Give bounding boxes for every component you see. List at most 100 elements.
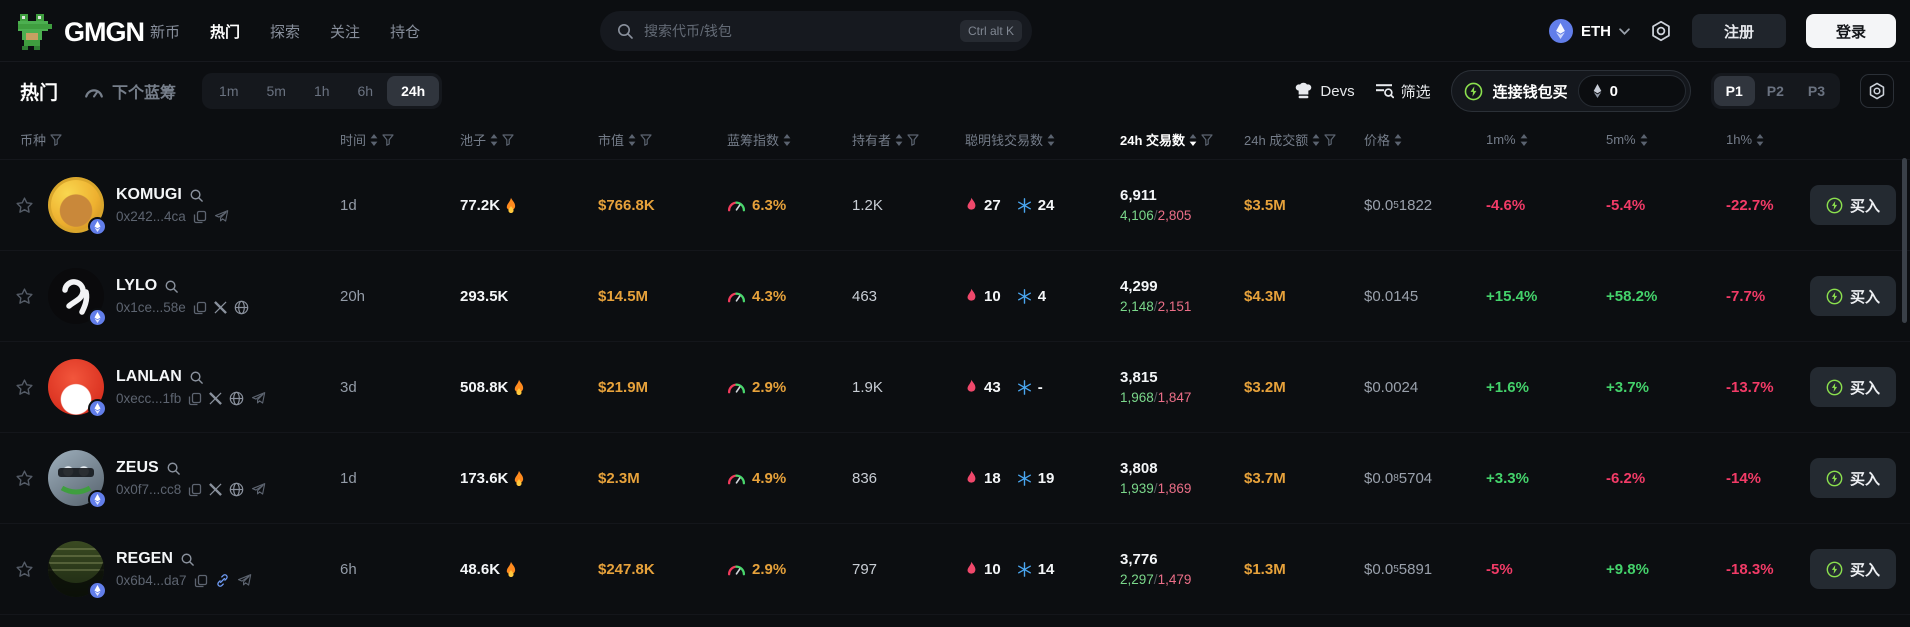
website-globe-icon[interactable] (229, 482, 244, 497)
settings-gear-icon[interactable] (1650, 20, 1672, 42)
col-header-token[interactable]: 币种 (0, 130, 340, 149)
favorite-star-button[interactable] (0, 559, 48, 580)
timeframe-6h[interactable]: 6h (344, 76, 388, 106)
buy-button[interactable]: 买入 (1810, 458, 1896, 498)
sort-icon-active-desc[interactable] (1189, 133, 1197, 146)
buy-amount-input[interactable]: 0 (1577, 75, 1686, 107)
filter-funnel-icon[interactable] (382, 133, 394, 146)
search-bar[interactable]: Ctrl alt K (600, 11, 1032, 51)
nav-item-watchlist[interactable]: 关注 (330, 21, 360, 42)
x-twitter-icon[interactable] (209, 392, 223, 405)
website-globe-icon[interactable] (234, 300, 249, 315)
sort-icon[interactable] (1520, 133, 1528, 146)
chain-selector[interactable]: ETH (1548, 19, 1630, 43)
telegram-icon[interactable] (237, 573, 252, 588)
nav-item-explore[interactable]: 探索 (270, 21, 300, 42)
copy-icon[interactable] (194, 574, 208, 588)
col-header-market-cap[interactable]: 市值 (598, 130, 727, 149)
search-input[interactable] (644, 23, 960, 39)
col-header-5m[interactable]: 5m% (1606, 132, 1726, 147)
token-avatar[interactable] (48, 177, 107, 236)
buy-button[interactable]: 买入 (1810, 185, 1896, 225)
timeframe-1h[interactable]: 1h (300, 76, 344, 106)
telegram-icon[interactable] (251, 391, 266, 406)
sort-icon[interactable] (490, 133, 498, 146)
filter-button[interactable]: 筛选 (1375, 81, 1431, 102)
token-search-icon[interactable] (180, 552, 195, 567)
sort-icon[interactable] (1756, 133, 1764, 146)
col-header-1h[interactable]: 1h% (1726, 132, 1810, 147)
token-avatar[interactable] (48, 541, 107, 600)
sort-icon[interactable] (895, 133, 903, 146)
token-name[interactable]: REGEN (116, 550, 252, 568)
sort-icon[interactable] (628, 133, 636, 146)
col-header-bluechip[interactable]: 蓝筹指数 (727, 130, 852, 149)
filter-funnel-icon[interactable] (50, 133, 62, 146)
nav-item-trending[interactable]: 热门 (210, 21, 240, 42)
favorite-star-button[interactable] (0, 468, 48, 489)
copy-icon[interactable] (188, 392, 202, 406)
sort-icon[interactable] (1047, 133, 1055, 146)
sort-icon[interactable] (783, 133, 791, 146)
token-avatar[interactable] (48, 450, 107, 509)
preset-p3[interactable]: P3 (1796, 76, 1837, 106)
nav-item-holdings[interactable]: 持仓 (390, 21, 420, 42)
col-header-txs-24h[interactable]: 24h 交易数 (1120, 130, 1244, 149)
token-search-icon[interactable] (164, 279, 179, 294)
favorite-star-button[interactable] (0, 377, 48, 398)
telegram-icon[interactable] (251, 482, 266, 497)
vertical-scrollbar[interactable] (1902, 158, 1907, 323)
token-search-icon[interactable] (189, 188, 204, 203)
filter-funnel-icon[interactable] (907, 133, 919, 146)
buy-button[interactable]: 买入 (1810, 549, 1896, 589)
sort-icon[interactable] (370, 133, 378, 146)
sort-icon[interactable] (1312, 133, 1320, 146)
copy-icon[interactable] (188, 483, 202, 497)
x-twitter-icon[interactable] (209, 483, 223, 496)
col-header-liquidity[interactable]: 池子 (460, 130, 598, 149)
devs-filter-button[interactable]: Devs (1294, 82, 1355, 101)
next-bluechip-tab[interactable]: 下个蓝筹 (84, 79, 176, 103)
gmgn-logo[interactable]: GMGN (16, 12, 145, 52)
copy-icon[interactable] (193, 301, 207, 315)
token-avatar[interactable] (48, 268, 107, 327)
token-avatar[interactable] (48, 359, 107, 418)
timeframe-24h[interactable]: 24h (387, 76, 440, 106)
nav-item-new[interactable]: 新币 (150, 21, 180, 42)
col-header-volume-24h[interactable]: 24h 成交额 (1244, 130, 1364, 149)
telegram-icon[interactable] (214, 209, 229, 224)
filter-funnel-icon[interactable] (1201, 133, 1213, 146)
sort-icon[interactable] (1640, 133, 1648, 146)
timeframe-5m[interactable]: 5m (252, 76, 299, 106)
token-name[interactable]: KOMUGI (116, 186, 229, 204)
connect-wallet-buy[interactable]: 连接钱包买 0 (1450, 70, 1691, 112)
sort-icon[interactable] (1394, 133, 1402, 146)
filter-funnel-icon[interactable] (1324, 133, 1336, 146)
col-header-age[interactable]: 时间 (340, 130, 460, 149)
token-name[interactable]: ZEUS (116, 459, 266, 477)
register-button[interactable]: 注册 (1691, 14, 1786, 48)
col-header-1m[interactable]: 1m% (1486, 132, 1606, 147)
link-chain-icon[interactable] (215, 573, 230, 588)
token-name[interactable]: LANLAN (116, 368, 266, 386)
buy-button[interactable]: 买入 (1810, 276, 1896, 316)
timeframe-1m[interactable]: 1m (205, 76, 252, 106)
buy-button[interactable]: 买入 (1810, 367, 1896, 407)
x-twitter-icon[interactable] (213, 301, 227, 314)
login-button[interactable]: 登录 (1805, 14, 1896, 48)
preset-p1[interactable]: P1 (1713, 76, 1755, 106)
filter-funnel-icon[interactable] (502, 133, 514, 146)
preset-settings-button[interactable] (1860, 74, 1894, 108)
filter-funnel-icon[interactable] (640, 133, 652, 146)
col-header-price[interactable]: 价格 (1364, 130, 1486, 149)
preset-p2[interactable]: P2 (1755, 76, 1796, 106)
website-globe-icon[interactable] (229, 391, 244, 406)
token-name[interactable]: LYLO (116, 277, 249, 295)
favorite-star-button[interactable] (0, 286, 48, 307)
copy-icon[interactable] (193, 210, 207, 224)
col-header-holders[interactable]: 持有者 (852, 130, 965, 149)
token-search-icon[interactable] (189, 370, 204, 385)
favorite-star-button[interactable] (0, 195, 48, 216)
col-header-smart-money[interactable]: 聪明钱交易数 (965, 130, 1120, 149)
token-search-icon[interactable] (166, 461, 181, 476)
